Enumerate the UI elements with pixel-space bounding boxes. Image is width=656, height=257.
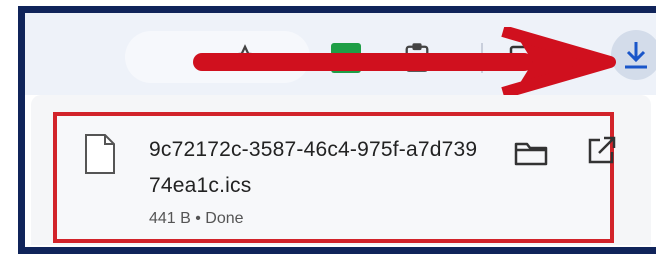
download-status: 441 B • Done — [149, 210, 244, 227]
annotation-arrow — [193, 27, 616, 97]
file-icon — [85, 134, 115, 174]
screenshot-frame: 9c72172c-3587-46c4-975f-a7d73974ea1c.ics… — [18, 6, 656, 254]
open-external-icon[interactable] — [584, 134, 618, 168]
download-item[interactable]: 9c72172c-3587-46c4-975f-a7d73974ea1c.ics… — [53, 112, 616, 243]
download-filename[interactable]: 9c72172c-3587-46c4-975f-a7d73974ea1c.ics — [149, 132, 479, 204]
download-icon — [625, 42, 647, 69]
downloads-popup: 9c72172c-3587-46c4-975f-a7d73974ea1c.ics… — [31, 95, 651, 245]
folder-icon[interactable] — [512, 136, 550, 170]
